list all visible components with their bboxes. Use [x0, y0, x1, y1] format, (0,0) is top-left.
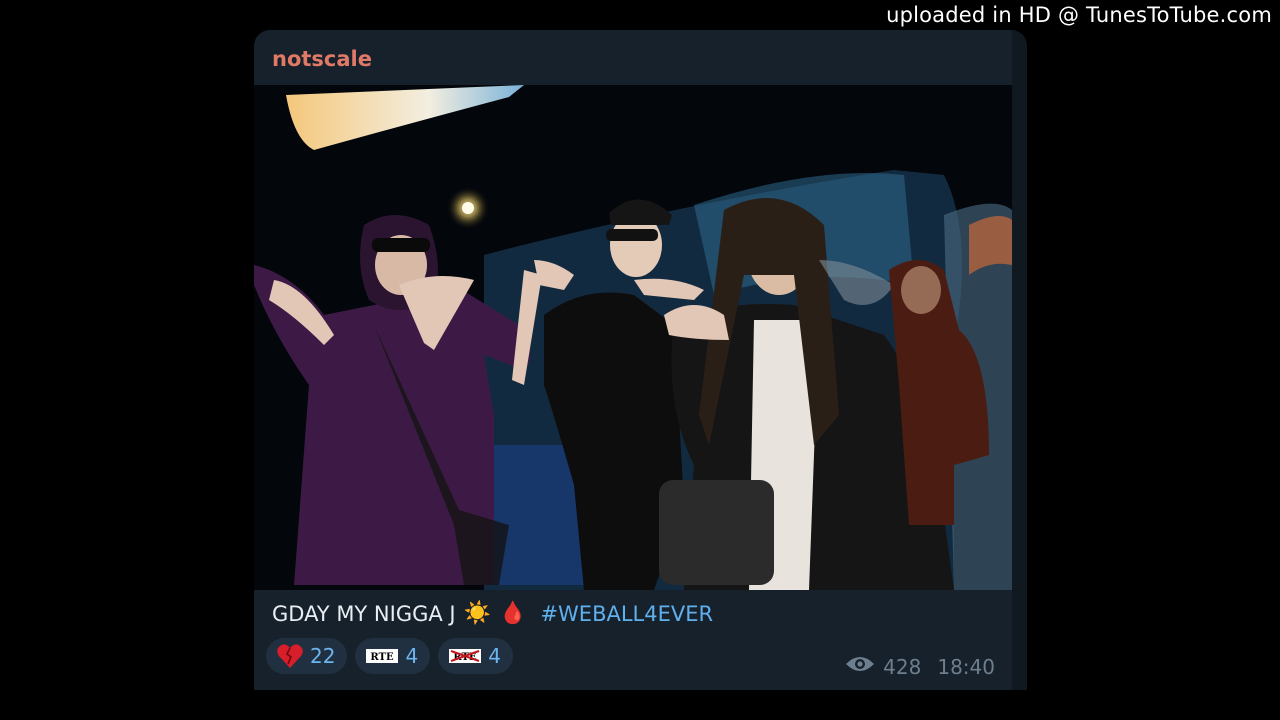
post-caption: GDAY MY NIGGA J ☀️ 🩸 #WEBALL4EVER [272, 602, 713, 626]
sun-emoji-icon: ☀️ [463, 601, 492, 626]
reaction-rte-crossed[interactable]: RTE 4 [438, 638, 513, 674]
post-time: 18:40 [937, 654, 995, 679]
caption-text: GDAY MY NIGGA J [272, 602, 456, 626]
watermark-text: uploaded in HD @ TunesToTube.com [886, 3, 1272, 27]
reaction-broken-heart[interactable]: 22 [266, 638, 348, 674]
reactions-bar: 22 RTE 4 RTE 4 [266, 638, 513, 674]
reaction-count: 4 [405, 644, 419, 668]
view-count: 428 [883, 654, 922, 679]
reaction-count: 4 [488, 644, 501, 668]
hashtag-link[interactable]: #WEBALL4EVER [540, 602, 713, 626]
reaction-count: 22 [310, 644, 336, 668]
broken-heart-icon [276, 642, 304, 670]
blood-drop-emoji-icon: 🩸 [499, 601, 527, 626]
rte-crossed-sticker-icon: RTE [448, 646, 482, 666]
photo-illustration [254, 85, 1012, 590]
message-card: notscale GDAY MY NIGGA J ☀️ 🩸 #WEBALL4EV… [254, 30, 1027, 690]
channel-name[interactable]: notscale [272, 47, 372, 71]
reaction-rte[interactable]: RTE 4 [355, 638, 431, 674]
post-meta: 428 18:40 [845, 654, 995, 679]
eye-icon [845, 654, 875, 679]
rte-sticker-icon: RTE [365, 646, 399, 666]
post-photo[interactable] [254, 85, 1012, 590]
rte-label: RTE [371, 652, 395, 663]
card-edge [1012, 30, 1027, 690]
